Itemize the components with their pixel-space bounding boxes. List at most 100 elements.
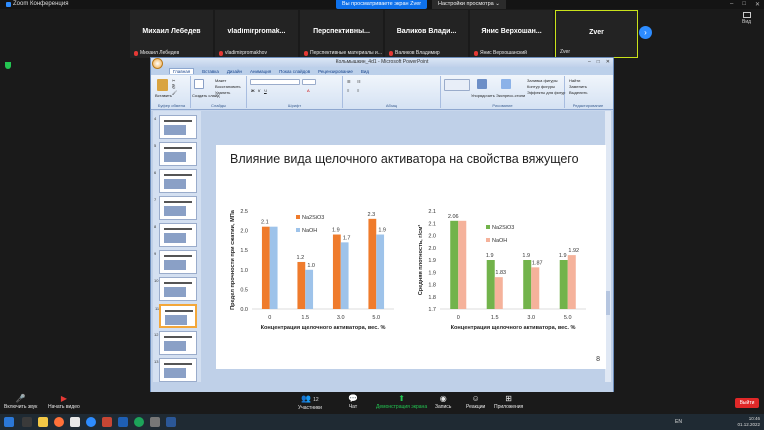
font-color-icon[interactable]: A [307,88,310,93]
file-explorer-icon[interactable] [38,417,48,427]
reset-button[interactable]: Восстановить [215,84,241,89]
task-view-icon[interactable] [22,417,32,427]
chrome-taskbar-icon[interactable] [134,417,144,427]
slide-thumbnail[interactable]: 12 [154,331,197,355]
y-tick-label: 0.0 [240,307,248,313]
office-button-icon[interactable] [152,58,163,69]
encryption-shield-icon[interactable] [5,62,11,69]
tab-view[interactable]: Вид [361,69,369,74]
tab-design[interactable]: Дизайн [227,69,242,74]
close-icon[interactable]: ✕ [606,58,610,67]
bullets-icon[interactable]: ☰ [347,79,351,84]
underline-icon[interactable]: Ч [264,88,267,93]
bar [523,260,532,309]
maximize-icon[interactable]: □ [597,58,600,67]
find-button[interactable]: Найти [569,78,580,83]
font-size-field[interactable] [302,79,316,85]
scrollbar-thumb[interactable] [606,291,610,315]
participant-tile[interactable]: Янис Верхошан... Янис Верхошанский [470,10,553,58]
format-painter-icon[interactable]: 🖌 [172,90,177,95]
quick-styles-icon[interactable] [501,79,511,89]
italic-icon[interactable]: К [258,88,260,93]
slide-thumbnail-number: 4 [154,116,157,121]
app-taskbar-icon[interactable] [150,417,160,427]
current-slide[interactable]: Влияние вида щелочного активатора на сво… [216,145,606,369]
slide-thumbnail-number: 11 [155,306,160,311]
grid-view-icon [742,12,751,18]
app-taskbar-icon-2[interactable] [166,417,176,427]
reactions-button[interactable]: ☺ Реакции [466,394,485,410]
shapes-gallery[interactable] [444,79,470,91]
tab-slideshow[interactable]: Показ слайдов [279,69,310,74]
replace-button[interactable]: Заменить [569,84,587,89]
powerpoint-taskbar-icon[interactable] [102,417,112,427]
data-label: 2.3 [368,212,376,218]
slide-thumbnail[interactable]: 8 [154,223,197,247]
chat-button[interactable]: 💬 Чат [348,394,358,410]
word-taskbar-icon[interactable] [118,417,128,427]
align-center-icon[interactable]: ≡ [357,88,359,93]
slide-thumbnail[interactable]: 13 [154,358,197,382]
shape-outline-button[interactable]: Контур фигуры [527,84,555,89]
tab-animation[interactable]: Анимация [250,69,271,74]
leave-button[interactable]: Выйти [735,398,759,408]
windows-start-icon[interactable] [4,417,14,427]
shape-effects-button[interactable]: Эффекты для фигур [527,90,565,95]
firefox-icon[interactable] [54,417,64,427]
participants-button[interactable]: 👥 12 Участники [298,394,322,411]
y-tick-label: 1.9 [428,258,436,264]
participant-tile[interactable]: Валиков Влади... Валиков Владимир [385,10,468,58]
slide-thumbnail[interactable]: 7 [154,196,197,220]
arrange-icon[interactable] [477,79,487,89]
view-button[interactable]: Вид [742,12,751,25]
copy-icon[interactable]: ⎘ [172,84,175,89]
slide-thumbnail[interactable]: 4 [154,115,197,139]
slide-thumbnail[interactable]: 10 [154,277,197,301]
y-tick-label: 2.0 [428,234,436,240]
participant-tile[interactable]: Перспективны... Перспективные материалы и… [300,10,383,58]
legend-label: NaOH [302,228,317,234]
paste-icon[interactable] [157,79,168,91]
select-button[interactable]: Выделить [569,90,587,95]
minimize-icon[interactable]: – [588,58,591,67]
participant-tile[interactable]: Михаил Лебедев Михаил Лебедев [130,10,213,58]
unmute-button[interactable]: 🎤 Включить звук [4,394,37,410]
numbering-icon[interactable]: ☷ [357,79,361,84]
zoom-taskbar-icon[interactable] [86,417,96,427]
font-name-field[interactable] [250,79,300,85]
maximize-icon[interactable]: □ [742,1,746,8]
participant-tile-active-speaker[interactable]: Zver Zver [555,10,638,58]
app-icon[interactable] [70,417,80,427]
layout-button[interactable]: Макет [215,78,226,83]
slide-thumbnails-pane: 4567891011121314 [153,111,201,382]
view-options-button[interactable]: Настройки просмотра ⌄ [432,0,506,9]
arrange-button[interactable]: Упорядочить [471,93,495,98]
record-button[interactable]: ◉ Запись [435,394,451,410]
data-label: 1.0 [307,263,315,269]
share-screen-button[interactable]: ⬆ Демонстрация экрана [376,394,427,410]
apps-button[interactable]: ⊞ Приложения [494,394,523,410]
slide-thumbnail[interactable]: 5 [154,142,197,166]
shape-fill-button[interactable]: Заливка фигуры [527,78,558,83]
slide-thumbnail[interactable]: 11 [155,304,197,328]
align-left-icon[interactable]: ≡ [347,88,349,93]
next-page-arrow-icon[interactable]: › [639,26,652,39]
language-indicator[interactable]: EN [675,419,682,425]
bold-icon[interactable]: Ж [251,88,255,93]
tab-home[interactable]: Главная [169,68,195,74]
participant-tile[interactable]: vladimirpromak... vladimirpromakhov [215,10,298,58]
system-clock[interactable]: 10:46 01.12.2022 [737,416,760,428]
tab-review[interactable]: Рецензирование [318,69,353,74]
chat-icon: 💬 [348,394,358,403]
delete-button[interactable]: Удалить [215,90,230,95]
close-icon[interactable]: ✕ [755,1,760,8]
paste-button[interactable]: Вставить [155,93,172,98]
slide-thumbnail[interactable]: 9 [154,250,197,274]
quick-styles-button[interactable]: Экспресс-стили [496,93,525,98]
tab-insert[interactable]: Вставка [202,69,219,74]
start-video-button[interactable]: ▶ Начать видео [48,394,80,410]
slide-thumbnail[interactable]: 6 [154,169,197,193]
new-slide-icon[interactable] [194,79,204,89]
minimize-icon[interactable]: – [730,1,733,8]
thumbnail-content-block [164,368,186,378]
